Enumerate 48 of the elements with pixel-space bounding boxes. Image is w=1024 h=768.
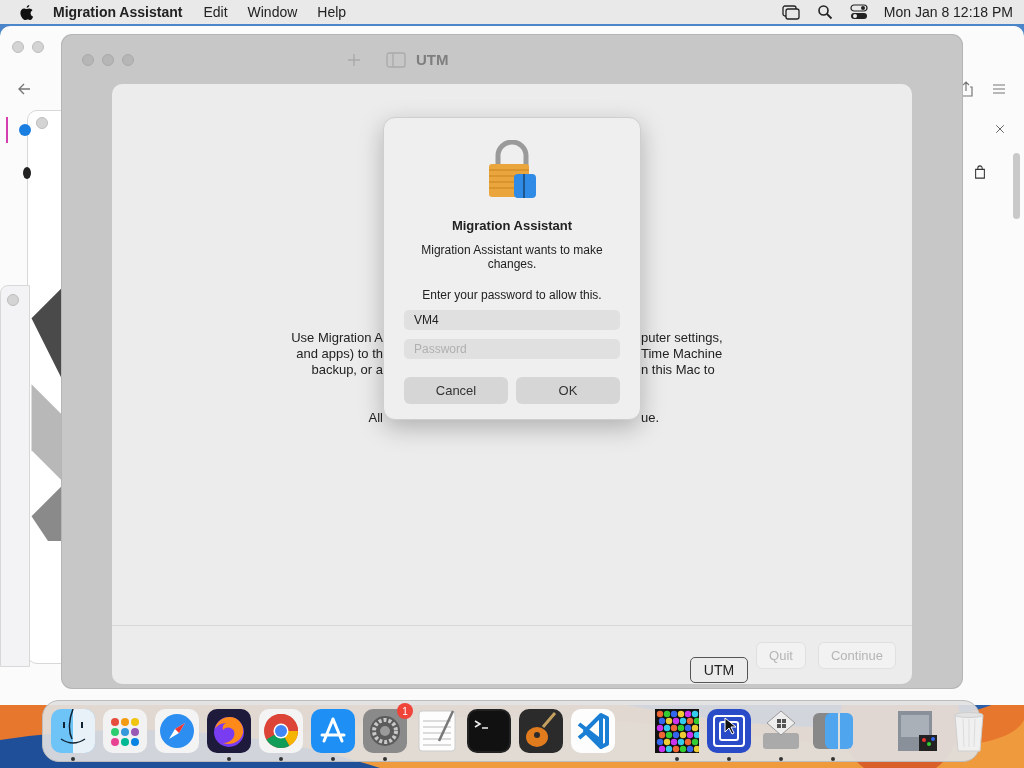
dialog-title: Migration Assistant: [451, 218, 573, 233]
menu-item[interactable]: Edit: [203, 4, 228, 20]
compass-icon[interactable]: [155, 709, 199, 753]
menu-item[interactable]: Window: [247, 4, 298, 20]
text-fragment: All: [368, 410, 383, 426]
circle-icon: [23, 167, 31, 179]
app-grid-icon[interactable]: [103, 709, 147, 753]
text-fragment: and apps) to th: [296, 346, 383, 362]
lock-icon: [486, 140, 538, 200]
dialog-prompt: Enter your password to allow this.: [422, 288, 602, 302]
document-stack-icon[interactable]: [895, 709, 939, 753]
notepad-icon[interactable]: [415, 709, 459, 753]
app-menu[interactable]: Migration Assistant: [53, 4, 183, 20]
text-fragment: backup, or a: [311, 362, 383, 378]
app-store-icon[interactable]: [311, 709, 355, 753]
text-fragment: ue.: [641, 410, 660, 426]
share-icon[interactable]: [963, 81, 974, 97]
text-fragment: Use Migration A: [291, 330, 383, 346]
bag-icon[interactable]: [973, 164, 987, 180]
control-center-icon[interactable]: [849, 4, 868, 20]
terminal-icon[interactable]: [467, 709, 511, 753]
gear-icon[interactable]: [363, 709, 407, 753]
windows-icon[interactable]: [781, 4, 800, 20]
finder-icon[interactable]: [51, 709, 95, 753]
bubble-grid-icon[interactable]: [655, 709, 699, 753]
close-icon[interactable]: [994, 123, 1006, 135]
notification-badge: 1: [397, 703, 413, 719]
ok-button[interactable]: OK: [516, 377, 620, 404]
clock[interactable]: Mon Jan 8 12:18 PM: [883, 4, 1013, 20]
search-icon[interactable]: [815, 4, 834, 20]
round-logo-icon[interactable]: [259, 709, 303, 753]
fox-globe-icon[interactable]: [207, 709, 251, 753]
text-fragment: n this Mac to: [641, 362, 715, 378]
guitar-icon[interactable]: [519, 709, 563, 753]
username-field[interactable]: VM4: [404, 310, 620, 330]
text-fragment: Time Machine: [641, 346, 723, 362]
code-icon[interactable]: [571, 709, 615, 753]
tooltip: UTM: [690, 657, 748, 683]
window-title: UTM: [416, 51, 449, 68]
cancel-button[interactable]: Cancel: [404, 377, 508, 404]
scrollbar[interactable]: [1013, 153, 1020, 219]
menu-item[interactable]: Help: [317, 4, 347, 20]
text-fragment: puter settings,: [641, 330, 723, 346]
apple-icon[interactable]: [19, 3, 34, 21]
pointer-cursor-icon: [724, 717, 736, 735]
squares-icon[interactable]: [707, 709, 751, 753]
accent-line: [6, 117, 8, 143]
dialog-message: Migration Assistant wants to make changes.: [420, 243, 604, 271]
